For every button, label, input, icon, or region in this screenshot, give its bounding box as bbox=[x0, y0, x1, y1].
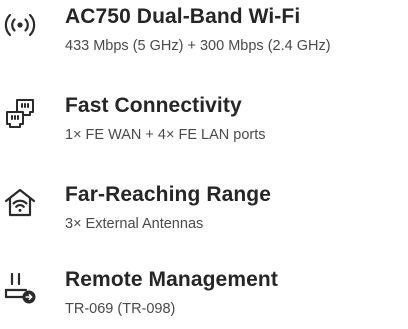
feature-fast-connectivity: Fast Connectivity 1× FE WAN + 4× FE LAN … bbox=[0, 92, 408, 152]
feature-dual-band-wifi: AC750 Dual-Band Wi-Fi 433 Mbps (5 GHz) +… bbox=[0, 3, 408, 63]
feature-subtitle: TR-069 (TR-098) bbox=[65, 301, 176, 317]
feature-title: Remote Management bbox=[65, 268, 278, 291]
remote-management-icon bbox=[2, 270, 38, 306]
feature-title: Fast Connectivity bbox=[65, 94, 242, 117]
network-ports-icon bbox=[2, 96, 38, 132]
feature-list: AC750 Dual-Band Wi-Fi 433 Mbps (5 GHz) +… bbox=[0, 0, 408, 329]
feature-text: Remote Management TR-069 (TR-098) bbox=[65, 266, 405, 319]
wifi-signal-icon bbox=[2, 7, 38, 43]
feature-remote-management: Remote Management TR-069 (TR-098) bbox=[0, 266, 408, 326]
feature-text: AC750 Dual-Band Wi-Fi 433 Mbps (5 GHz) +… bbox=[65, 3, 405, 56]
feature-subtitle: 1× FE WAN + 4× FE LAN ports bbox=[65, 127, 266, 143]
feature-title: AC750 Dual-Band Wi-Fi bbox=[65, 5, 301, 28]
feature-far-reaching-range: Far-Reaching Range 3× External Antennas bbox=[0, 181, 408, 241]
home-wifi-icon bbox=[2, 185, 38, 221]
feature-text: Far-Reaching Range 3× External Antennas bbox=[65, 181, 405, 234]
feature-subtitle: 3× External Antennas bbox=[65, 216, 204, 232]
feature-title: Far-Reaching Range bbox=[65, 183, 272, 206]
feature-text: Fast Connectivity 1× FE WAN + 4× FE LAN … bbox=[65, 92, 405, 145]
feature-subtitle: 433 Mbps (5 GHz) + 300 Mbps (2.4 GHz) bbox=[65, 38, 331, 54]
